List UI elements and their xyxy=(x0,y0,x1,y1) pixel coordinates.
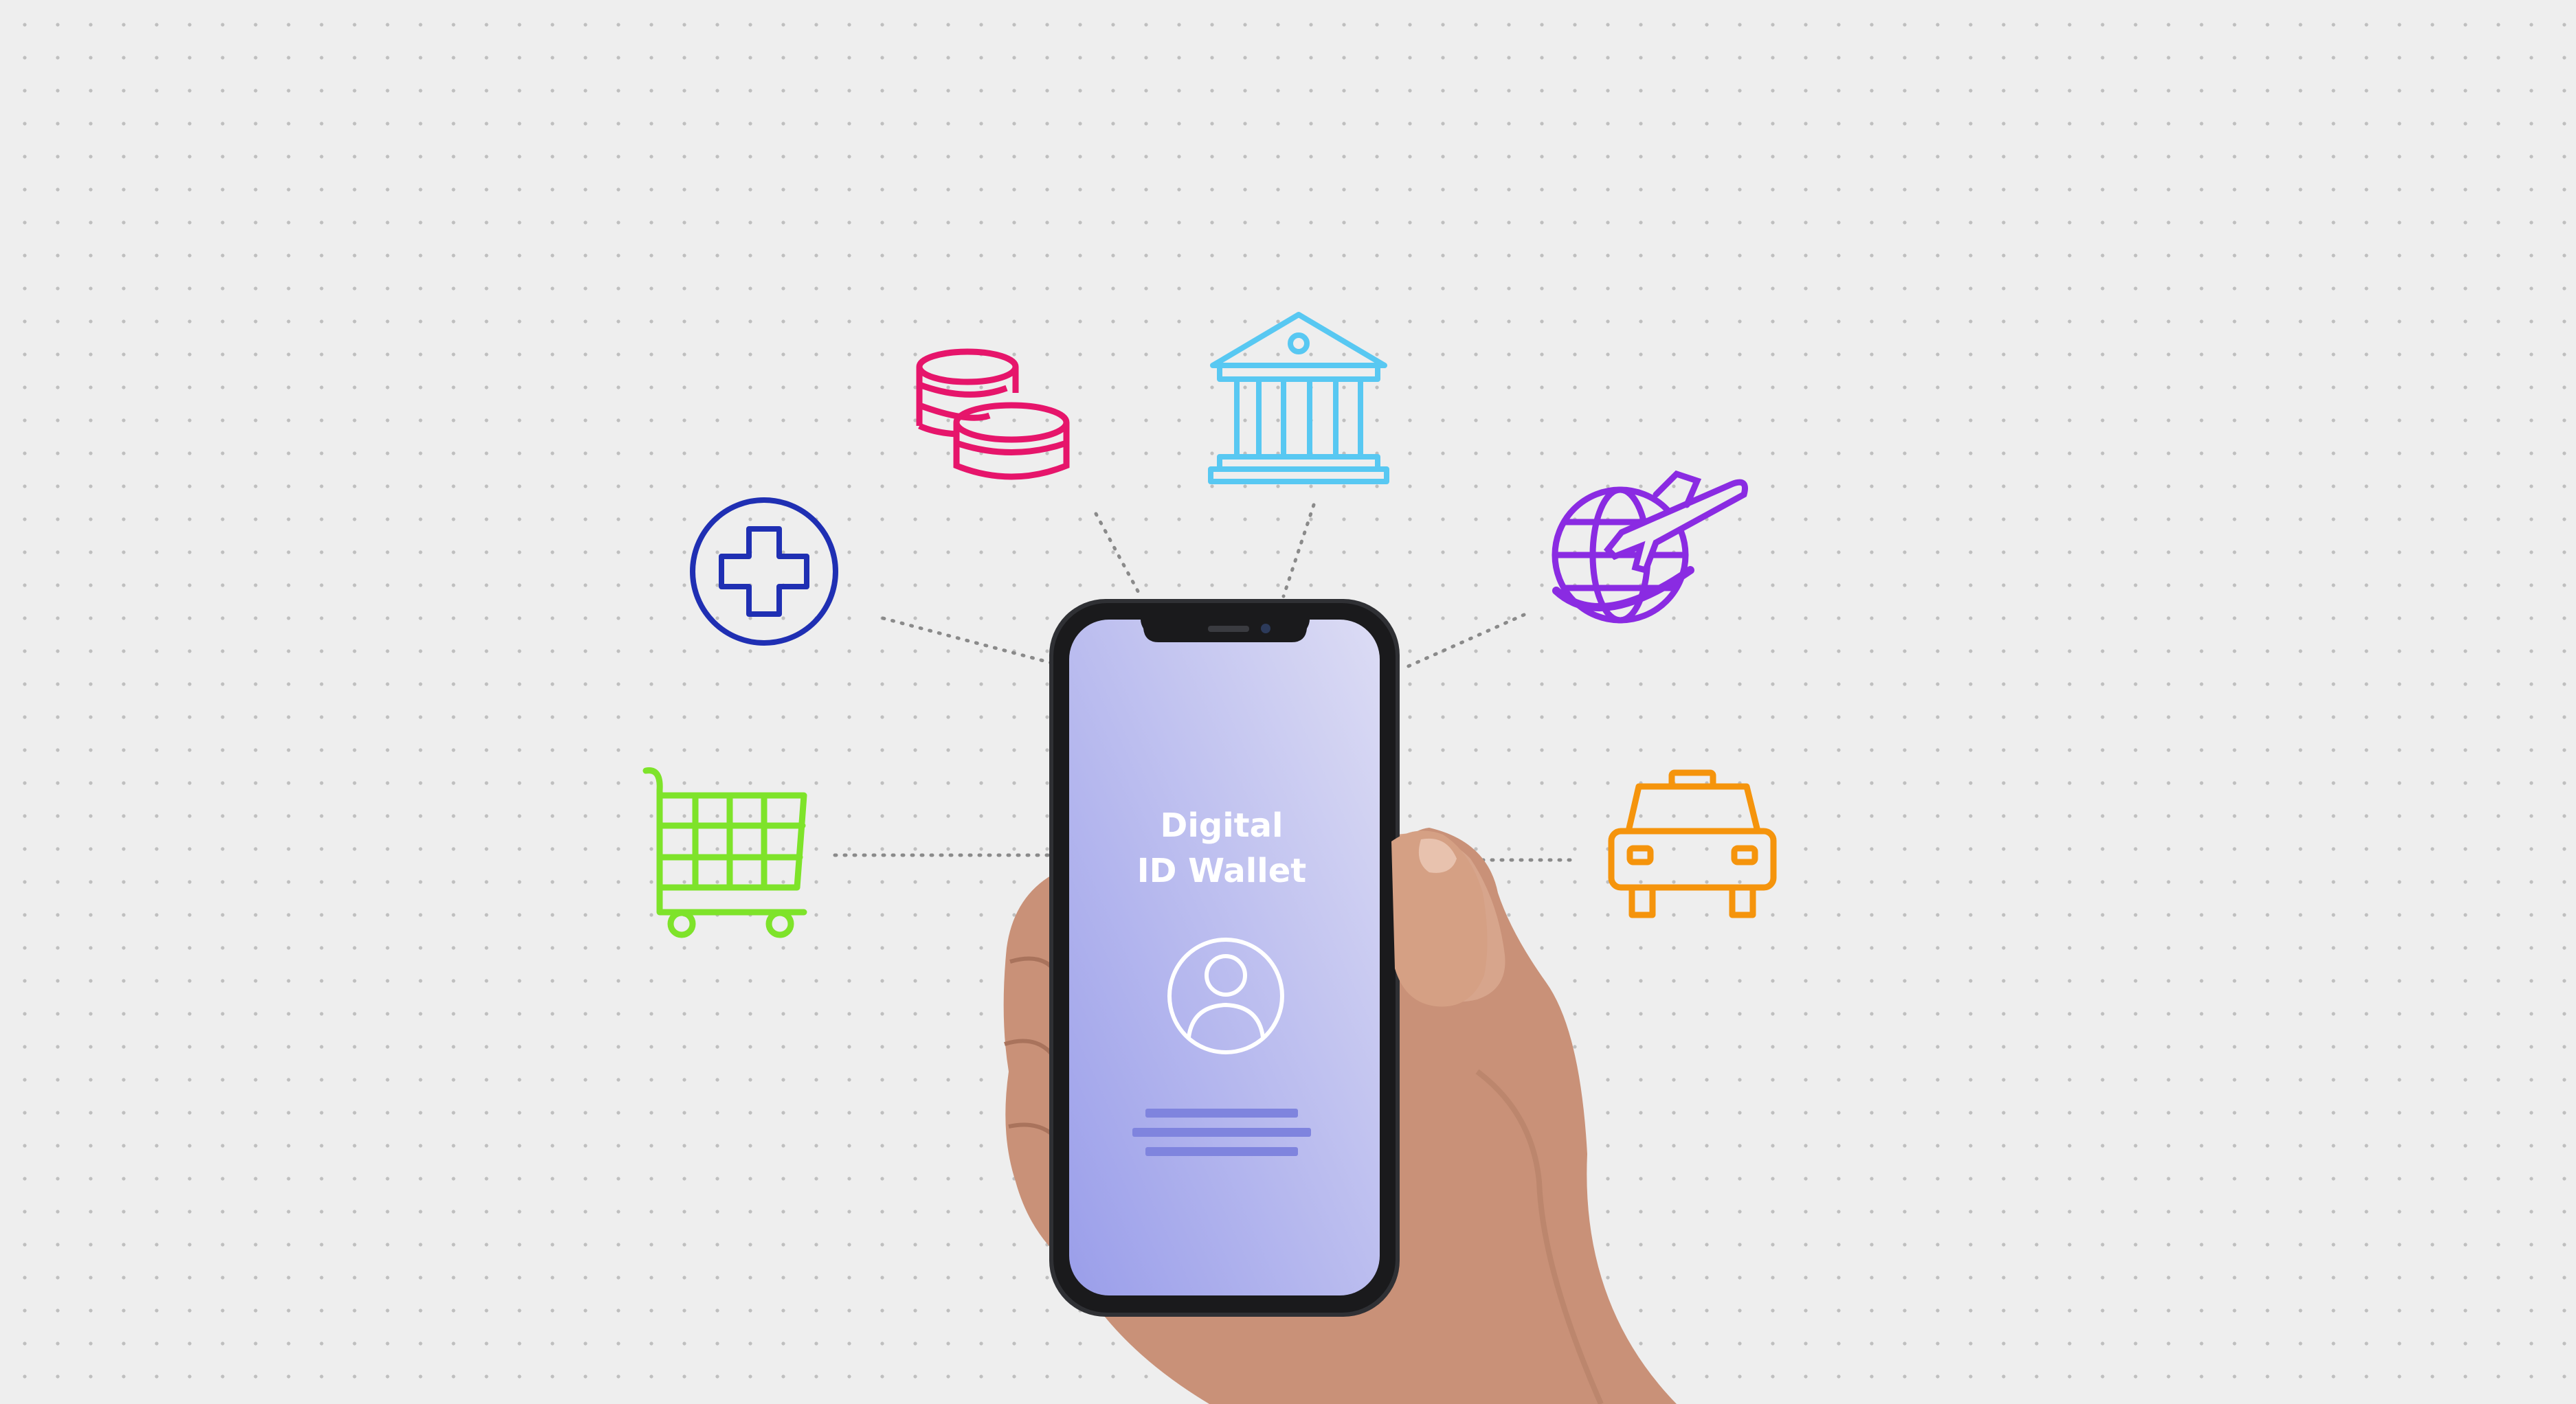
connector-coins xyxy=(1094,512,1143,598)
travel-globe-plane-icon xyxy=(1552,470,1748,624)
shopping-cart-icon xyxy=(642,767,807,938)
scene: Digital ID Wallet xyxy=(0,0,2576,1404)
taxi-icon xyxy=(1608,769,1777,918)
medical-cross-icon xyxy=(690,497,838,646)
connector-medical xyxy=(881,616,1053,665)
illustration xyxy=(642,312,1777,1404)
phone xyxy=(1049,599,1400,1317)
text-placeholder-lines xyxy=(1132,1109,1311,1156)
bank-icon xyxy=(1208,312,1389,484)
coins-icon xyxy=(916,348,1070,480)
wallet-title-line2: ID Wallet xyxy=(1136,852,1307,890)
wallet-title-line1: Digital xyxy=(1160,806,1284,845)
connector-travel xyxy=(1403,613,1526,670)
connector-bank xyxy=(1281,503,1316,598)
